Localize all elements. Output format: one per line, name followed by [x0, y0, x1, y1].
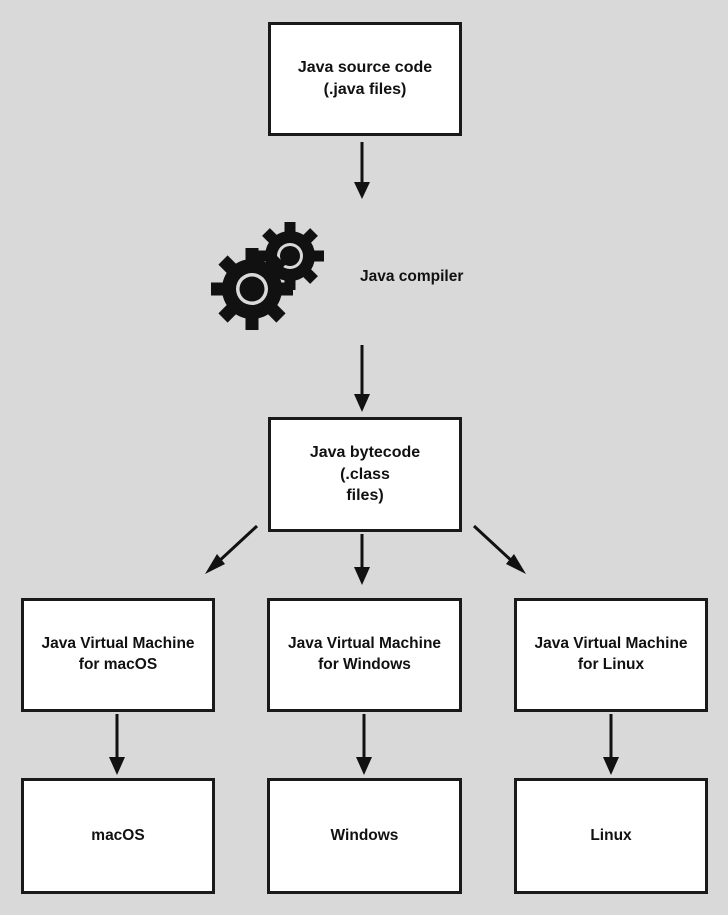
node-label-os-windows: Windows [330, 826, 399, 844]
node-java-bytecode: Java bytecode (.class files) [268, 417, 462, 532]
node-os-windows: Windows [267, 778, 462, 894]
arrow-bytecode-to-jvm-macos [205, 524, 259, 574]
label-java-compiler: Java compiler [360, 268, 464, 285]
node-label-java-bytecode: Java bytecode (.class files) [309, 444, 421, 505]
node-jvm-linux: Java Virtual Machine for Linux [514, 598, 708, 712]
node-jvm-macos: Java Virtual Machine for macOS [21, 598, 215, 712]
diagram-canvas: Java source code (.java files) Java comp… [0, 0, 728, 915]
arrow-jvm-linux-to-os-linux [603, 714, 619, 775]
node-java-source-code: Java source code (.java files) [268, 22, 462, 136]
arrow-jvm-windows-to-os-windows [356, 714, 372, 775]
arrow-bytecode-to-jvm-windows [354, 534, 370, 585]
node-os-linux: Linux [514, 778, 708, 894]
node-label-jvm-linux: Java Virtual Machine for Linux [534, 635, 688, 673]
arrow-compiler-to-bytecode [354, 345, 370, 412]
node-label-os-linux: Linux [590, 826, 632, 844]
node-jvm-windows: Java Virtual Machine for Windows [267, 598, 462, 712]
node-label-os-macos: macOS [91, 826, 145, 844]
arrow-source-to-compiler [354, 142, 370, 199]
node-os-macos: macOS [21, 778, 215, 894]
node-label-jvm-macos: Java Virtual Machine for macOS [41, 635, 195, 673]
arrow-jvm-macos-to-os-macos [109, 714, 125, 775]
arrow-bytecode-to-jvm-linux [472, 524, 526, 574]
gears-icon [211, 222, 324, 330]
node-label-jvm-windows: Java Virtual Machine for Windows [287, 635, 442, 673]
node-label-java-source-code: Java source code (.java files) [297, 59, 433, 98]
